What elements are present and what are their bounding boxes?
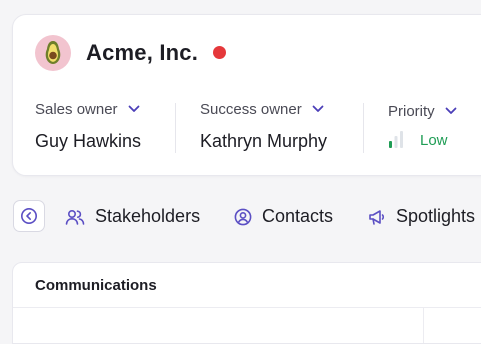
communications-panel: Communications [12,262,481,344]
company-name: Acme, Inc. [86,40,199,65]
tab-contacts[interactable]: Contacts [234,206,333,227]
chevron-down-icon[interactable] [128,105,140,113]
tab-stakeholders[interactable]: Stakeholders [65,206,200,227]
priority-bar-3 [400,131,403,148]
priority-value: Low [420,131,448,149]
user-circle-icon [234,208,252,225]
success-owner-label: Success owner [200,100,302,118]
priority-field[interactable]: Priority Low [388,101,457,149]
priority-label: Priority [388,102,435,120]
sales-owner-field[interactable]: Sales owner Guy Hawkins [35,99,141,152]
sales-owner-value: Guy Hawkins [35,131,142,151]
panel-title: Communications [35,277,157,294]
panel-divider [13,307,481,308]
tab-spotlights[interactable]: Spotlights [368,206,475,227]
panel-column-divider [423,307,424,343]
account-header-card: Acme, Inc. Sales owner Guy Hawkins Succe… [12,14,481,176]
tab-bar: Stakeholders Contacts Spotlights [13,200,481,236]
chevron-down-icon[interactable] [445,107,457,115]
status-indicator [213,46,226,59]
users-icon [65,209,85,225]
success-owner-field[interactable]: Success owner Kathryn Murphy [200,99,327,152]
back-button[interactable] [13,200,45,232]
priority-bar-1 [389,141,392,148]
chevron-down-icon[interactable] [312,105,324,113]
success-owner-value: Kathryn Murphy [200,131,328,151]
company-avatar [35,35,71,71]
priority-bar-2 [394,136,398,148]
arrow-left-circle-icon [21,208,37,224]
field-divider [363,103,364,153]
avocado-icon [45,41,61,64]
sales-owner-label: Sales owner [35,100,118,118]
megaphone-icon [369,209,385,225]
tab-label: Stakeholders [95,206,201,226]
tab-label: Spotlights [396,206,476,226]
tab-label: Contacts [262,206,334,226]
field-divider [175,103,176,153]
priority-signal-icon [389,131,403,148]
